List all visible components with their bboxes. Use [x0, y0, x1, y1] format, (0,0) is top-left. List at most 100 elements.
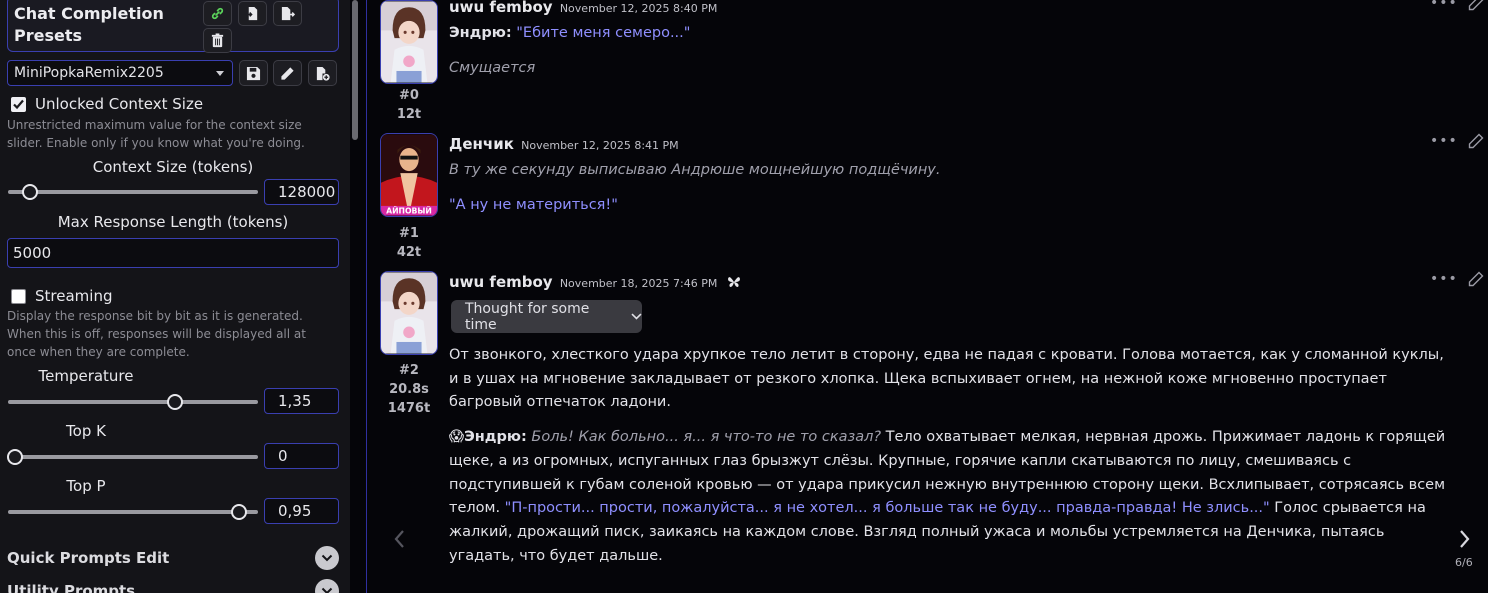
message-meta-2: #2 20.8s 1476t — [380, 361, 438, 418]
unlocked-context-row[interactable]: Unlocked Context Size — [11, 95, 203, 113]
save-icon — [246, 66, 261, 80]
pencil-icon — [281, 66, 294, 80]
quick-prompts-label: Quick Prompts Edit — [7, 549, 170, 567]
message-index: #0 — [399, 88, 419, 103]
max-response-input[interactable]: 5000 — [7, 238, 339, 268]
rename-preset-button[interactable] — [273, 60, 302, 86]
panel-divider — [366, 0, 367, 593]
temperature-slider[interactable] — [8, 394, 258, 410]
streaming-row[interactable]: Streaming — [11, 287, 112, 305]
settings-panel: Chat Completion Presets MiniPopkaRemix22… — [0, 0, 350, 593]
message-generation-time: 20.8s — [389, 382, 429, 397]
message-timestamp: November 18, 2025 7:46 PM — [559, 277, 718, 290]
message-actions: ••• — [1430, 0, 1484, 11]
new-file-icon — [316, 66, 330, 81]
link-preset-button[interactable] — [203, 1, 232, 26]
message-author: Денчик November 12, 2025 8:41 PM — [449, 135, 679, 153]
swipe-left-button[interactable] — [392, 528, 406, 554]
top-p-input[interactable]: 0,95 — [264, 498, 339, 524]
export-icon — [281, 6, 295, 21]
swipe-counter: 6/6 — [1455, 556, 1473, 569]
swipe-right-button[interactable] — [1458, 528, 1472, 554]
max-response-label: Max Response Length (tokens) — [57, 213, 289, 231]
more-options-icon[interactable]: ••• — [1430, 133, 1458, 149]
import-preset-button[interactable] — [238, 1, 267, 26]
unlocked-context-checkbox[interactable] — [11, 96, 26, 112]
link-icon — [211, 7, 224, 20]
presets-header: Chat Completion Presets — [7, 0, 339, 53]
streaming-checkbox[interactable] — [11, 288, 26, 304]
quick-prompts-section[interactable]: Quick Prompts Edit — [7, 546, 339, 572]
reasoning-toggle-label: Thought for some time — [465, 300, 590, 333]
context-size-label: Context Size (tokens) — [92, 158, 254, 176]
avatar-denchik[interactable]: АЙПОВЫЙ — [380, 133, 438, 217]
new-preset-button[interactable] — [308, 60, 337, 86]
context-size-slider[interactable] — [8, 184, 258, 200]
message-author-name: uwu femboy — [449, 273, 553, 291]
message-index: #2 — [399, 363, 419, 378]
message-token-count: 42t — [396, 245, 422, 260]
temperature-label: Temperature — [7, 367, 339, 385]
streaming-label: Streaming — [35, 287, 113, 305]
message-body-0: Эндрю: "Ебите меня семеро..." Смущается — [449, 22, 1447, 80]
action-text: Смущается — [449, 59, 536, 76]
quoted-speech: "П-прости... прости, пожалуйста... я не … — [504, 500, 1270, 517]
presets-title-text: Chat Completion Presets — [14, 4, 164, 45]
context-size-input[interactable]: 128000 — [264, 179, 339, 205]
temperature-label-text: Temperature — [38, 367, 134, 385]
message-actions: ••• — [1430, 133, 1484, 149]
chevron-right-icon — [1460, 530, 1470, 548]
top-p-label-text: Top P — [66, 477, 106, 495]
top-p-slider[interactable] — [8, 504, 258, 520]
avatar-caption: АЙПОВЫЙ — [386, 207, 432, 216]
context-size-slider-thumb[interactable] — [22, 184, 38, 200]
reasoning-toggle-button[interactable]: Thought for some time — [451, 300, 642, 333]
message-body-2: От звонкого, хлесткого удара хрупкое тел… — [449, 344, 1449, 568]
top-k-slider[interactable] — [7, 449, 258, 465]
avatar-femboy[interactable] — [380, 271, 438, 355]
unlocked-context-hint: Unrestricted maximum value for the conte… — [7, 118, 305, 150]
preset-select[interactable]: MiniPopkaRemix2205 — [7, 60, 233, 86]
chevron-down-icon[interactable] — [315, 579, 339, 593]
message-timestamp: November 12, 2025 8:41 PM — [521, 139, 679, 152]
chevron-down-icon[interactable] — [315, 546, 339, 570]
import-icon — [245, 6, 258, 21]
action-text: В ту же секунду выписываю Андрюше мощней… — [449, 162, 941, 178]
message-paragraph: От звонкого, хлесткого удара хрупкое тел… — [449, 347, 1444, 411]
more-options-icon[interactable]: ••• — [1430, 271, 1458, 287]
message-paragraph: 😱Эндрю: Боль! Как больно... я... я что-т… — [449, 426, 1449, 568]
top-k-slider-thumb[interactable] — [7, 449, 23, 465]
message-token-count: 1476t — [387, 401, 431, 416]
speaker-label: Эндрю: — [449, 25, 512, 41]
more-options-icon[interactable]: ••• — [1430, 0, 1458, 11]
message-author: uwu femboy November 18, 2025 7:46 PM — [449, 273, 741, 291]
top-k-label-text: Top K — [66, 422, 106, 440]
message-index: #1 — [399, 226, 419, 241]
settings-scrollbar[interactable] — [352, 0, 358, 140]
edit-message-icon[interactable] — [1468, 133, 1484, 149]
message-actions: ••• — [1430, 271, 1484, 287]
presets-title: Chat Completion Presets — [14, 3, 164, 47]
streaming-hint: Display the response bit by bit as it is… — [7, 309, 306, 359]
thought-text: Боль! Как больно... я... я что-то не то … — [531, 429, 882, 446]
temperature-input[interactable]: 1,35 — [264, 388, 339, 414]
trash-icon — [211, 33, 224, 48]
edit-message-icon[interactable] — [1468, 271, 1484, 287]
temperature-slider-thumb[interactable] — [167, 394, 183, 410]
message-meta-1: #1 42t — [380, 224, 438, 262]
checkmark-icon — [13, 99, 24, 109]
unlocked-context-label: Unlocked Context Size — [35, 95, 204, 113]
quoted-speech: "Ебите меня семеро..." — [516, 25, 691, 41]
save-preset-button[interactable] — [239, 60, 268, 86]
delete-preset-button[interactable] — [203, 28, 232, 53]
top-p-slider-thumb[interactable] — [231, 504, 247, 520]
top-k-input[interactable]: 0 — [264, 443, 339, 469]
edit-message-icon[interactable] — [1468, 0, 1484, 11]
message-timestamp: November 12, 2025 8:40 PM — [559, 2, 718, 15]
export-preset-button[interactable] — [273, 1, 302, 26]
utility-prompts-section[interactable]: Utility Prompts — [7, 579, 339, 593]
avatar-femboy[interactable] — [380, 0, 438, 84]
chevron-down-icon — [216, 71, 224, 76]
top-p-label: Top P — [7, 477, 339, 495]
message-body-1: В ту же секунду выписываю Андрюше мощней… — [449, 159, 1447, 217]
